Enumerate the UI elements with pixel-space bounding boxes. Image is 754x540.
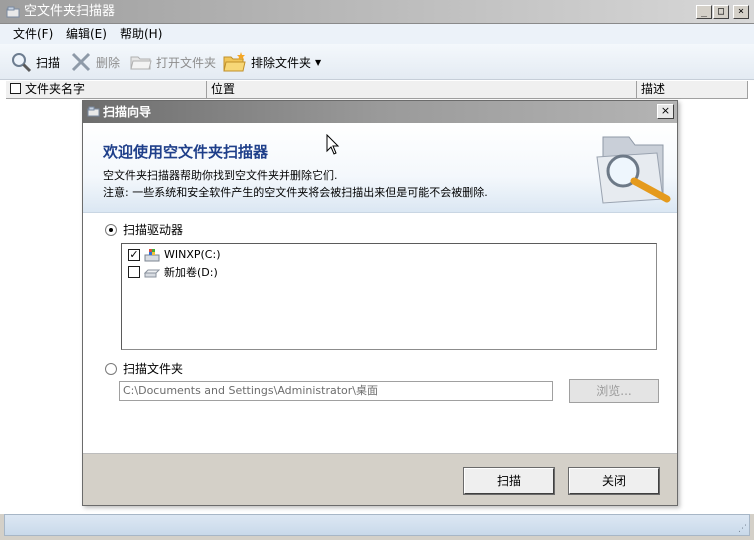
- dialog-banner: 欢迎使用空文件夹扫描器 空文件夹扫描器帮助你找到空文件夹并删除它们. 注意: 一…: [83, 123, 677, 213]
- exclude-folder-tool-button[interactable]: 排除文件夹 ▼: [223, 52, 321, 72]
- drive-d-label: 新加卷(D:): [164, 265, 218, 279]
- dialog-close-button[interactable]: ×: [657, 104, 674, 119]
- banner-description: 空文件夹扫描器帮助你找到空文件夹并删除它们.: [103, 169, 338, 182]
- scan-wizard-dialog: 扫描向导 × 欢迎使用空文件夹扫描器 空文件夹扫描器帮助你找到空文件夹并删除它们…: [82, 100, 678, 506]
- maximize-button[interactable]: □: [713, 5, 729, 19]
- exclude-folder-tool-label: 排除文件夹: [251, 55, 312, 70]
- close-button[interactable]: ×: [733, 5, 749, 19]
- delete-tool-button[interactable]: 删除: [70, 52, 120, 72]
- banner-note: 注意: 一些系统和安全软件产生的空文件夹将会被扫描出来但是可能不会被删除.: [103, 186, 488, 199]
- drive-d-checkbox[interactable]: [128, 265, 140, 278]
- window-title: 空文件夹扫描器: [24, 4, 116, 19]
- dialog-titlebar[interactable]: 扫描向导 ×: [83, 101, 677, 123]
- drive-list[interactable]: ✓ WINXP(C:) 新加卷(D:): [121, 243, 657, 350]
- scan-tool-button[interactable]: 扫描: [10, 52, 61, 73]
- menu-file[interactable]: 文件(F): [13, 26, 53, 42]
- drive-item-d[interactable]: 新加卷(D:): [128, 263, 656, 280]
- open-folder-icon: [130, 56, 152, 70]
- drive-c-checkbox[interactable]: ✓: [128, 248, 140, 261]
- scan-tool-label: 扫描: [36, 55, 61, 70]
- delete-tool-label: 删除: [96, 55, 121, 70]
- drive-item-c[interactable]: ✓ WINXP(C:): [128, 246, 656, 263]
- select-all-checkbox[interactable]: [10, 83, 21, 94]
- column-folder-name-label: 文件夹名字: [25, 82, 86, 96]
- app-icon: [6, 6, 20, 18]
- scan-drives-radio[interactable]: [105, 223, 117, 236]
- toolbar: 扫描 删除 打开文件夹 排除文件夹 ▼: [0, 44, 754, 80]
- list-header: 文件夹名字 位置 描述: [6, 81, 748, 99]
- column-folder-name[interactable]: 文件夹名字: [6, 81, 207, 98]
- minimize-button[interactable]: _: [696, 5, 712, 19]
- scan-folder-option[interactable]: 扫描文件夹: [105, 360, 183, 377]
- mouse-cursor-icon: [326, 134, 340, 155]
- dropdown-arrow-icon[interactable]: ▼: [315, 58, 321, 67]
- scan-drives-option[interactable]: 扫描驱动器: [105, 221, 183, 238]
- dialog-app-icon: [87, 106, 100, 117]
- scan-drives-label: 扫描驱动器: [123, 223, 184, 237]
- exclude-folder-icon: [223, 52, 246, 72]
- main-titlebar[interactable]: 空文件夹扫描器 _ □ ×: [0, 0, 754, 24]
- menubar: 文件(F) 编辑(E) 帮助(H): [0, 24, 754, 44]
- close-dialog-button[interactable]: 关闭: [568, 467, 660, 495]
- scan-folder-label: 扫描文件夹: [123, 362, 184, 376]
- column-location[interactable]: 位置: [207, 81, 637, 98]
- folder-magnifier-icon: [596, 136, 671, 204]
- status-bar: ⋰: [4, 514, 750, 536]
- banner-heading: 欢迎使用空文件夹扫描器: [103, 143, 269, 161]
- browse-button[interactable]: 浏览...: [569, 379, 659, 403]
- scan-folder-radio[interactable]: [105, 362, 117, 375]
- magnifier-icon: [12, 53, 32, 73]
- resize-grip-icon[interactable]: ⋰: [738, 524, 747, 534]
- scan-button[interactable]: 扫描: [463, 467, 555, 495]
- menu-help[interactable]: 帮助(H): [120, 26, 162, 42]
- disk-drive-icon: [144, 269, 160, 277]
- menu-edit[interactable]: 编辑(E): [66, 26, 107, 42]
- dialog-title: 扫描向导: [103, 105, 152, 119]
- folder-path-input[interactable]: C:\Documents and Settings\Administrator\…: [119, 381, 553, 401]
- open-folder-tool-label: 打开文件夹: [156, 55, 217, 70]
- open-folder-tool-button[interactable]: 打开文件夹: [130, 52, 216, 72]
- drive-c-label: WINXP(C:): [164, 248, 221, 261]
- delete-x-icon: [71, 52, 91, 72]
- column-description[interactable]: 描述: [637, 81, 748, 98]
- system-drive-icon: [144, 248, 160, 261]
- dialog-footer: 扫描 关闭: [83, 453, 677, 505]
